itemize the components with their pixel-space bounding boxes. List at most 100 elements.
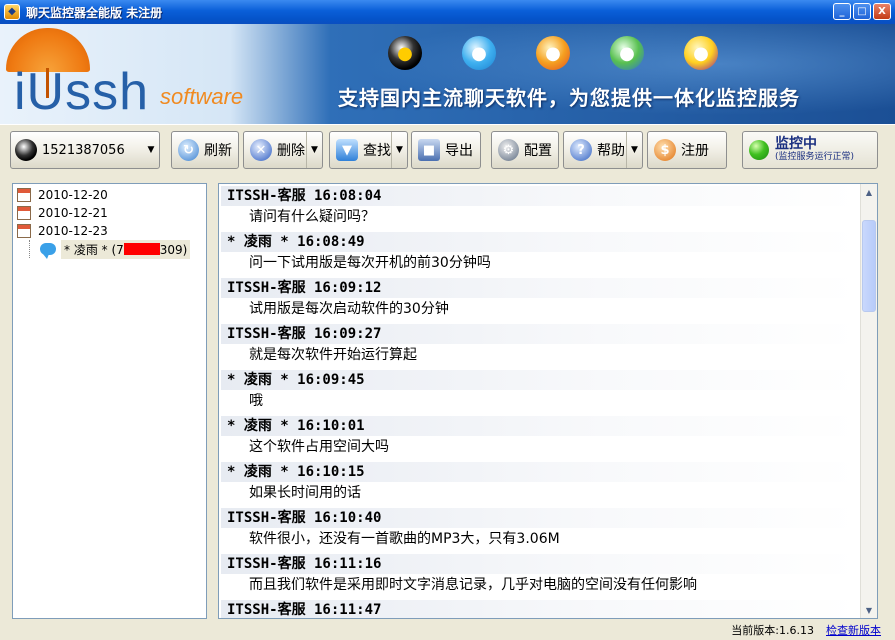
message-header: ITSSH-客服 16:09:27 [221, 324, 859, 344]
chat-message: ITSSH-客服 16:10:40 软件很小，还没有一首歌曲的MP3大，只有3.0… [221, 508, 859, 550]
delete-dropdown-chevron-icon[interactable]: ▼ [306, 132, 322, 168]
minimize-button[interactable]: _ [833, 3, 851, 20]
window-title: 聊天监控器全能版 未注册 [26, 5, 163, 20]
chat-message: ITSSH-客服 16:11:16 而且我们软件是采用即时文字消息记录，几乎对电脑… [221, 554, 859, 596]
refresh-label: 刷新 [204, 143, 232, 159]
message-text: 试用版是每次启动软件的30分钟 [249, 301, 449, 317]
app-shield-icon: ◆ [4, 4, 20, 20]
tree-contact-node[interactable]: * 凌雨 * (7 309) [29, 239, 202, 259]
refresh-button[interactable]: ↻ 刷新 [171, 131, 239, 169]
floppy-disk-icon: ■ [418, 139, 440, 161]
help-button[interactable]: ? 帮助 ▼ [563, 131, 643, 169]
chat-message: ITSSH-客服 16:09:27 就是每次软件开始运行算起 [221, 324, 859, 366]
scroll-up-arrow-icon[interactable]: ▲ [861, 184, 877, 200]
tree-date-node[interactable]: 2010-12-21 [17, 204, 202, 222]
chat-message: * 凌雨 * 16:09:45 哦 [221, 370, 859, 412]
tree-date-label: 2010-12-21 [38, 206, 108, 220]
chat-log-panel: ITSSH-客服 16:08:04 请问有什么疑问吗？ * 凌雨 * 16:08:4… [218, 183, 878, 619]
message-list: ITSSH-客服 16:08:04 请问有什么疑问吗？ * 凌雨 * 16:08:4… [221, 186, 859, 618]
toolbar: 1521387056 ▼ ↻ 刷新 ✕ 删除 ▼ ▼ 查找 ▼ ■ 导出 ⚙ 配… [0, 124, 895, 176]
calendar-icon [17, 224, 31, 238]
message-header: * 凌雨 * 16:10:15 [221, 462, 859, 482]
banner-slogan: 支持国内主流聊天软件，为您提供一体化监控服务 [338, 86, 800, 110]
maximize-button[interactable]: □ [853, 3, 871, 20]
vertical-scrollbar[interactable]: ▲ ▼ [860, 184, 877, 618]
yahoo-messenger-icon: ● [684, 36, 718, 70]
message-header: ITSSH-客服 16:11:16 [221, 554, 859, 574]
message-header: ITSSH-客服 16:09:12 [221, 278, 859, 298]
contact-name: * 凌雨 * (7 [64, 242, 124, 257]
message-text: 就是每次软件开始运行算起 [249, 347, 417, 363]
window-controls: _ □ X [833, 3, 891, 20]
find-button[interactable]: ▼ 查找 ▼ [329, 131, 408, 169]
message-text: 而且我们软件是采用即时文字消息记录，几乎对电脑的空间没有任何影响 [249, 577, 697, 593]
register-label: 注册 [681, 143, 709, 159]
delete-label: 删除 [277, 143, 305, 159]
status-bar: 当前版本:1.6.13 检查新版本 [0, 620, 895, 640]
account-number: 1521387056 [42, 142, 125, 158]
help-label: 帮助 [597, 143, 625, 159]
status-green-light-icon [749, 140, 769, 160]
refresh-icon: ↻ [178, 139, 199, 161]
tree-date-label: 2010-12-23 [38, 224, 108, 238]
tree-date-node[interactable]: 2010-12-20 [17, 186, 202, 204]
chat-message: ITSSH-客服 16:09:12 试用版是每次启动软件的30分钟 [221, 278, 859, 320]
scrollbar-thumb[interactable] [862, 220, 876, 312]
brand-logo-subtitle: software [160, 84, 244, 109]
chat-message: * 凌雨 * 16:10:15 如果长时间用的话 [221, 462, 859, 504]
version-text: 当前版本:1.6.13 [731, 624, 814, 637]
delete-icon: ✕ [250, 139, 272, 161]
status-sub-text: (监控服务运行正常) [775, 151, 855, 162]
chat-message: ITSSH-客服 16:08:04 请问有什么疑问吗？ [221, 186, 859, 228]
dollar-coin-icon: $ [654, 139, 676, 161]
funnel-filter-icon: ▼ [336, 139, 358, 161]
message-text: 软件很小，还没有一首歌曲的MP3大，只有3.06M [249, 531, 560, 547]
chat-message: ITSSH-客服 16:11:47注，有些产品是采用图片截取的方式来记录消息，这… [221, 600, 859, 618]
chat-message: * 凌雨 * 16:08:49 问一下试用版是每次开机的前30分钟吗 [221, 232, 859, 274]
scroll-down-arrow-icon[interactable]: ▼ [861, 602, 877, 618]
chat-bubble-icon [40, 243, 56, 259]
find-dropdown-chevron-icon[interactable]: ▼ [391, 132, 407, 168]
delete-button[interactable]: ✕ 删除 ▼ [243, 131, 323, 169]
msn-icon: ● [610, 36, 644, 70]
close-button[interactable]: X [873, 3, 891, 20]
tree-date-label: 2010-12-20 [38, 188, 108, 202]
header-banner: iUssh software ● ● ● ● ● 支持国内主流聊天软件，为您提供… [0, 24, 895, 124]
message-header: * 凌雨 * 16:08:49 [221, 232, 859, 252]
register-button[interactable]: $ 注册 [647, 131, 727, 169]
brand-logo: iUssh [14, 63, 150, 121]
export-label: 导出 [445, 143, 473, 159]
status-main-text: 监控中 [775, 136, 817, 153]
skype-icon: ● [462, 36, 496, 70]
calendar-icon [17, 188, 31, 202]
message-text: 问一下试用版是每次开机的前30分钟吗 [249, 255, 491, 271]
chevron-down-icon[interactable]: ▼ [143, 132, 159, 168]
message-text: 如果长时间用的话 [249, 485, 361, 501]
date-tree: 2010-12-20 2010-12-21 2010-12-23 * 凌雨 * … [12, 183, 207, 619]
redacted-block [123, 242, 160, 255]
message-text: 这个软件占用空间大吗 [249, 439, 389, 455]
check-update-link[interactable]: 检查新版本 [826, 622, 881, 638]
qq-penguin-icon: ● [388, 36, 422, 70]
find-label: 查找 [363, 143, 391, 159]
export-button[interactable]: ■ 导出 [411, 131, 481, 169]
chat-message: * 凌雨 * 16:10:01 这个软件占用空间大吗 [221, 416, 859, 458]
help-dropdown-chevron-icon[interactable]: ▼ [626, 132, 642, 168]
message-header: ITSSH-客服 16:08:04 [221, 186, 859, 206]
contact-label: * 凌雨 * (7 309) [61, 239, 191, 259]
contact-id-suffix: 309) [159, 242, 188, 257]
message-text: 哦 [249, 393, 263, 409]
config-button[interactable]: ⚙ 配置 [491, 131, 559, 169]
tree-date-node[interactable]: 2010-12-23 [17, 222, 202, 240]
fetion-icon: ● [536, 36, 570, 70]
message-text: 请问有什么疑问吗？ [249, 209, 375, 225]
supported-apps: ● ● ● ● ● [388, 36, 718, 70]
message-header: * 凌雨 * 16:09:45 [221, 370, 859, 390]
qq-account-icon [15, 139, 37, 161]
gear-icon: ⚙ [498, 139, 519, 161]
account-selector[interactable]: 1521387056 ▼ [10, 131, 160, 169]
calendar-icon [17, 206, 31, 220]
config-label: 配置 [524, 143, 552, 159]
message-header: ITSSH-客服 16:11:47 [221, 600, 859, 618]
message-header: * 凌雨 * 16:10:01 [221, 416, 859, 436]
